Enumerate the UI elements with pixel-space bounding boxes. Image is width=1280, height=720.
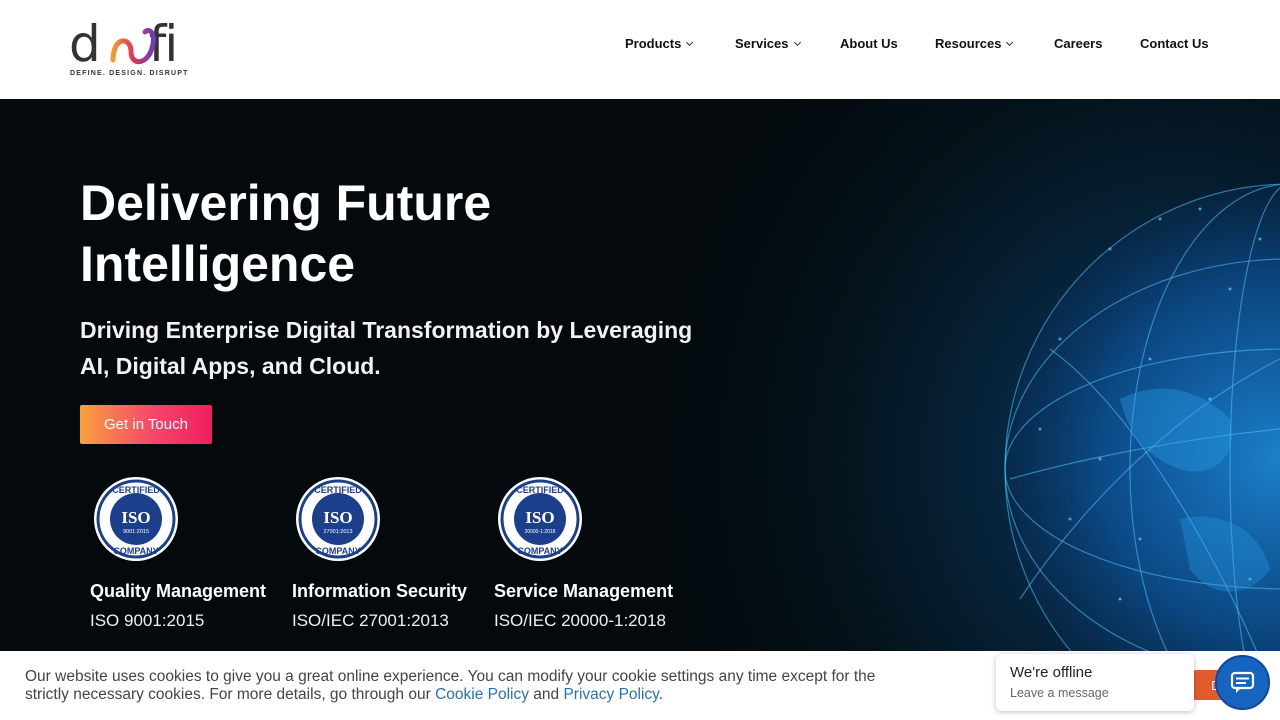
get-in-touch-button[interactable]: Get in Touch <box>80 405 212 444</box>
svg-text:COMPANY: COMPANY <box>113 546 158 556</box>
iso-seal-icon: CERTIFIED ISO 27001:2013 COMPANY <box>296 477 380 561</box>
hero-title-line2: Intelligence <box>80 236 356 292</box>
nav-resources[interactable]: Resources <box>935 36 1014 51</box>
site-header: d fi DEFINE. DESIGN. DISRUPT Products Ser… <box>0 0 1280 99</box>
iso-seal-icon: CERTIFIED ISO 9001:2015 COMPANY <box>94 477 178 561</box>
chat-status-title: We're offline <box>1010 664 1093 681</box>
hero-subtitle-line1: Driving Enterprise Digital Transformatio… <box>80 317 693 343</box>
hero-section: Delivering Future Intelligence Driving E… <box>0 99 1280 720</box>
chat-offline-panel[interactable]: We're offline Leave a message <box>996 654 1194 711</box>
chevron-down-icon <box>1006 38 1014 46</box>
svg-text:20000-1:2018: 20000-1:2018 <box>525 529 556 535</box>
svg-text:COMPANY: COMPANY <box>315 546 360 556</box>
nav-careers-label: Careers <box>1054 36 1103 51</box>
cookie-policy-link[interactable]: Cookie Policy <box>435 686 529 703</box>
chat-bubble-icon <box>1230 671 1255 693</box>
svg-text:27001:2013: 27001:2013 <box>323 529 352 535</box>
svg-text:CERTIFIED: CERTIFIED <box>516 485 564 495</box>
svg-text:ISO: ISO <box>121 508 150 527</box>
cert-standard: ISO/IEC 27001:2013 <box>292 611 449 630</box>
cert-title: Quality Management <box>90 581 267 601</box>
nav-services-label: Services <box>735 36 789 51</box>
cert-title: Service Management <box>494 581 674 601</box>
nav-contact-us[interactable]: Contact Us <box>1140 36 1209 51</box>
cookie-text: Our website uses cookies to give you a g… <box>25 668 905 704</box>
hero-title-line1: Delivering Future <box>80 175 492 231</box>
main-nav: Products Services About Us Resources Car… <box>0 36 1280 54</box>
nav-products[interactable]: Products <box>625 36 694 51</box>
svg-text:CERTIFIED: CERTIFIED <box>314 485 362 495</box>
cert-standard: ISO 9001:2015 <box>90 611 205 630</box>
hero-subtitle: Driving Enterprise Digital Transformatio… <box>80 312 700 384</box>
nav-products-label: Products <box>625 36 682 51</box>
cookie-period: . <box>658 686 664 703</box>
nav-about-us[interactable]: About Us <box>840 36 898 51</box>
logo-tagline: DEFINE. DESIGN. DISRUPT <box>70 70 189 77</box>
chevron-down-icon <box>793 38 801 46</box>
svg-text:COMPANY: COMPANY <box>517 546 562 556</box>
privacy-policy-link[interactable]: Privacy Policy <box>563 686 658 703</box>
nav-resources-label: Resources <box>935 36 1002 51</box>
svg-text:9001:2015: 9001:2015 <box>123 529 149 535</box>
nav-services[interactable]: Services <box>735 36 801 51</box>
svg-text:ISO: ISO <box>323 508 352 527</box>
chevron-down-icon <box>686 38 694 46</box>
cert-title: Information Security <box>292 581 468 601</box>
nav-contact-us-label: Contact Us <box>1140 36 1209 51</box>
iso-seal-icon: CERTIFIED ISO 20000-1:2018 COMPANY <box>498 477 582 561</box>
svg-text:ISO: ISO <box>525 508 554 527</box>
chat-launcher-button[interactable] <box>1215 655 1270 710</box>
hero-title: Delivering Future Intelligence <box>80 173 640 295</box>
nav-careers[interactable]: Careers <box>1054 36 1102 51</box>
hero-subtitle-line2: AI, Digital Apps, and Cloud. <box>80 353 381 379</box>
chat-status-subtitle: Leave a message <box>1010 686 1109 700</box>
cert-standard: ISO/IEC 20000-1:2018 <box>494 611 667 630</box>
nav-about-us-label: About Us <box>840 36 898 51</box>
svg-text:CERTIFIED: CERTIFIED <box>112 485 160 495</box>
cookie-and: and <box>528 686 564 703</box>
